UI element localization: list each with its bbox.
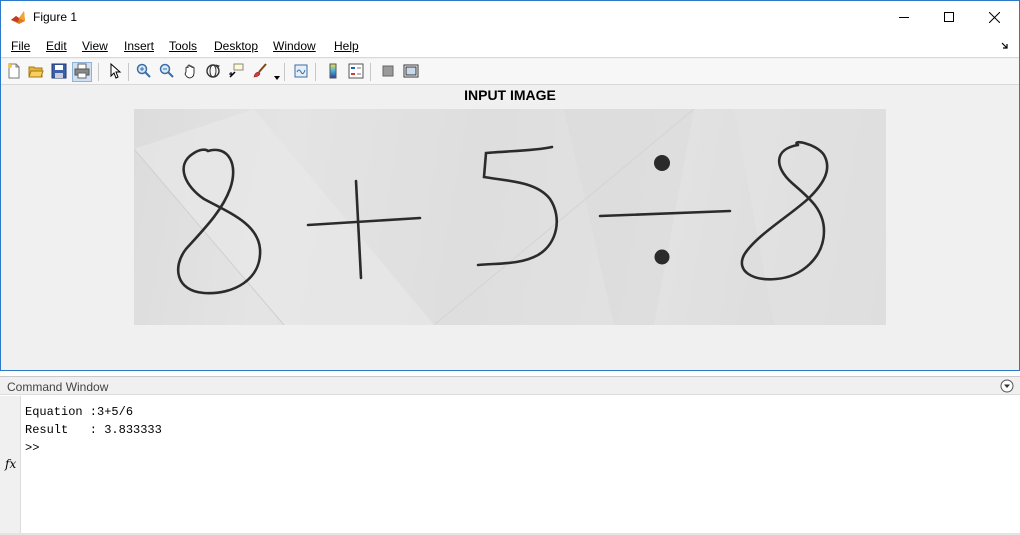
menu-view-label: View [82,39,108,53]
title-bar[interactable]: Figure 1 [1,1,1019,34]
link-plot-icon [293,63,309,82]
zoom-in-icon [136,63,152,82]
axes-title: INPUT IMAGE [464,87,556,103]
open-file-button[interactable] [26,62,46,82]
print-button[interactable] [72,62,92,82]
menu-insert-label: Insert [124,39,155,53]
digit-five [476,145,558,267]
pan-icon [182,63,198,82]
menu-help-label: Help [334,39,359,53]
panel-actions-icon[interactable] [1000,379,1014,393]
minimize-button[interactable] [881,1,927,33]
menu-file[interactable]: File [11,39,30,53]
show-plot-tools-button[interactable] [401,62,421,82]
colorbar-button[interactable] [323,62,343,82]
colorbar-icon [325,63,341,82]
save-icon [51,63,67,82]
rotate-3d-icon [205,63,221,82]
link-plot-button[interactable] [291,62,311,82]
rotate-3d-button[interactable] [203,62,223,82]
menu-file-label: File [11,39,31,53]
figure-toolbar [1,59,1019,85]
command-window[interactable]: Command Window fx Equation :3+5/6 Result … [0,376,1020,535]
command-gutter: fx [0,396,21,533]
menu-desktop[interactable]: Desktop [214,39,258,53]
command-window-header: Command Window [0,376,1020,395]
data-cursor-button[interactable] [226,62,246,82]
menu-insert[interactable]: Insert [124,39,154,53]
show-plot-tools-icon [403,63,419,82]
menu-view[interactable]: View [82,39,108,53]
brush-button[interactable] [250,62,270,82]
divide-dot-top [654,155,670,171]
save-button[interactable] [49,62,69,82]
menu-tools-label: Tools [169,39,198,53]
toolbar-separator [315,63,316,81]
hide-plot-tools-icon [380,63,396,82]
hide-plot-tools-button[interactable] [378,62,398,82]
maximize-icon [944,12,954,22]
menu-tools[interactable]: Tools [169,39,197,53]
menu-window-label: Window [273,39,316,53]
menu-window[interactable]: Window [273,39,316,53]
edit-plot-button[interactable] [105,62,125,82]
brush-dropdown-icon[interactable] [274,69,280,83]
output-line-equation: Equation :3+5/6 [25,405,134,419]
pan-button[interactable] [180,62,200,82]
input-image[interactable] [134,109,886,325]
function-browser-icon[interactable]: fx [5,457,16,471]
new-figure-button[interactable] [4,62,24,82]
new-figure-icon [6,63,22,82]
toolbar-separator [370,63,371,81]
command-output[interactable]: Equation :3+5/6 Result : 3.833333 >> [25,403,162,457]
divide-dot-bottom [654,249,670,265]
zoom-in-button[interactable] [134,62,154,82]
close-button[interactable] [971,1,1017,33]
close-icon [988,11,1000,23]
menu-bar: File Edit View Insert Tools Desktop Wind… [1,34,1019,58]
zoom-out-icon [159,63,175,82]
command-window-title: Command Window [7,380,109,394]
menu-desktop-label: Desktop [214,39,259,53]
brush-icon [252,62,268,82]
toolbar-separator [128,63,129,81]
legend-icon [348,63,364,82]
menu-edit[interactable]: Edit [46,39,67,53]
data-cursor-icon [228,63,244,82]
menu-edit-label: Edit [46,39,67,53]
legend-button[interactable] [346,62,366,82]
open-file-icon [28,63,44,82]
handwritten-equation-image [134,109,886,325]
dock-arrow-icon[interactable] [1001,40,1011,50]
command-prompt[interactable]: >> [25,439,162,457]
toolbar-separator [98,63,99,81]
menu-help[interactable]: Help [334,39,359,53]
window-title: Figure 1 [33,10,78,24]
toolbar-separator [284,63,285,81]
print-icon [74,63,90,82]
zoom-out-button[interactable] [157,62,177,82]
figure-window: Figure 1 File Edit View Insert Tools Des… [0,0,1020,371]
edit-plot-icon [107,62,123,82]
maximize-button[interactable] [926,1,972,33]
minimize-icon [899,12,909,22]
output-line-result: Result : 3.833333 [25,423,162,437]
matlab-icon [10,9,26,25]
figure-canvas[interactable]: INPUT IMAGE [2,86,1018,370]
